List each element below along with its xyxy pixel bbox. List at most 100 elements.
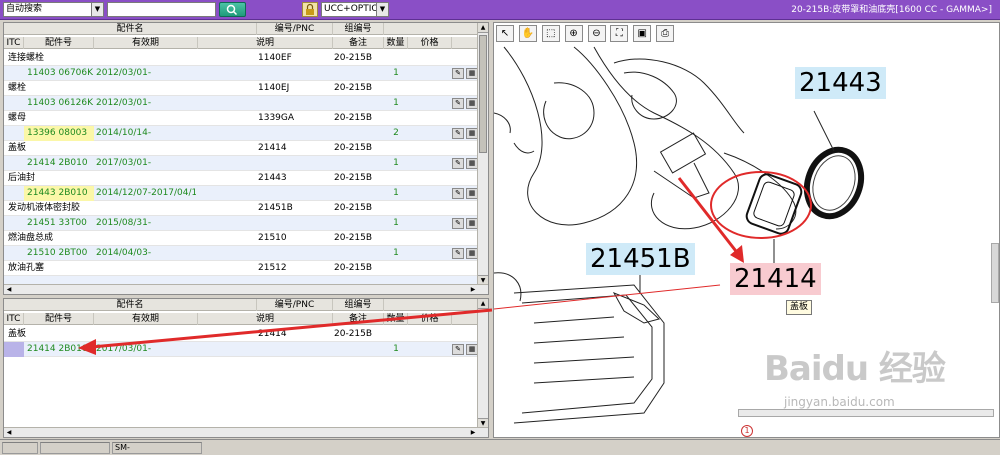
edit-icon[interactable]: ✎	[452, 218, 464, 229]
qty-cell: 1	[393, 188, 399, 198]
table-row[interactable]: 21451 33T00 2015/08/31- 1 ✎ ▦	[4, 216, 478, 231]
scroll-right-icon[interactable]: ▶	[468, 285, 478, 294]
table-row[interactable]: 后油封 21443 20-215B	[4, 171, 478, 186]
part-name-cell: 放油孔塞	[8, 263, 45, 273]
table-row[interactable]: 燃油盘总成 21510 20-215B	[4, 231, 478, 246]
qty-cell: 1	[393, 98, 399, 108]
header-itc: ITC	[4, 313, 24, 325]
grid-horizontal-scrollbar[interactable]: ◀ ▶	[4, 284, 488, 294]
edit-icon[interactable]: ✎	[452, 128, 464, 139]
itc-cell	[4, 66, 24, 81]
top-toolbar: 自动搜索 ▼ UCC+OPTION ▼ 20-215B:皮带罩和油底壳[1600…	[0, 0, 1000, 20]
header-remark: 备注	[333, 313, 384, 325]
table-row[interactable]: 21510 2BT00 2014/04/03- 1 ✎ ▦	[4, 246, 478, 261]
part-no-cell[interactable]: 21451 33T00	[24, 216, 94, 231]
diagram-title: 20-215B:皮带罩和油底壳[1600 CC - GAMMA>]	[791, 5, 992, 15]
scroll-up-icon[interactable]: ▲	[478, 299, 488, 309]
header-actions	[452, 37, 478, 49]
status-cell-1	[2, 442, 38, 454]
validity-cell: 2012/03/01-	[96, 98, 152, 108]
grid-vertical-scrollbar[interactable]: ▲ ▼	[477, 23, 488, 285]
search-mode-select[interactable]: 自动搜索 ▼	[3, 2, 104, 17]
part-no-cell[interactable]: 13396 08003	[24, 126, 94, 141]
chevron-down-icon[interactable]: ▼	[376, 3, 388, 16]
header-part-no: 配件号	[24, 313, 94, 325]
table-row[interactable]: 螺母 1339GA 20-215B	[4, 111, 478, 126]
edit-icon[interactable]: ✎	[452, 158, 464, 169]
itc-cell	[4, 186, 24, 201]
validity-cell: 2017/03/01-	[96, 344, 152, 354]
search-input[interactable]	[107, 2, 216, 17]
pnc-cell: 21414	[258, 143, 287, 153]
page-badge[interactable]: 1	[741, 425, 753, 437]
edit-icon[interactable]: ✎	[452, 248, 464, 259]
qty-cell: 1	[393, 248, 399, 258]
parts-catalog-app: 自动搜索 ▼ UCC+OPTION ▼ 20-215B:皮带罩和油底壳[1600…	[0, 0, 1000, 455]
qty-cell: 1	[393, 158, 399, 168]
part-no-cell[interactable]: 21414 2B010	[24, 156, 94, 171]
header-validity: 有效期	[94, 37, 198, 49]
table-row[interactable]: 21414 2B010 2017/03/01- 1 ✎ ▦	[4, 342, 478, 357]
selected-horizontal-scrollbar[interactable]: ◀ ▶	[4, 427, 488, 437]
scroll-right-icon[interactable]: ▶	[468, 428, 478, 437]
validity-cell: 2014/12/07-2017/04/10	[96, 188, 196, 198]
pnc-cell: 21451B	[258, 203, 293, 213]
diagram-vertical-scrollbar[interactable]	[991, 243, 999, 303]
pnc-cell: 21443	[258, 173, 287, 183]
table-row[interactable]: 发动机液体密封胶 21451B 20-215B	[4, 201, 478, 216]
chevron-down-icon[interactable]: ▼	[91, 3, 103, 16]
group-cell: 20-215B	[334, 203, 373, 213]
scroll-left-icon[interactable]: ◀	[4, 285, 14, 294]
part-no-cell[interactable]: 21443 2B010	[24, 186, 94, 201]
header-part-name: 配件名	[4, 23, 257, 35]
scroll-up-icon[interactable]: ▲	[478, 23, 488, 33]
part-name-cell: 发动机液体密封胶	[8, 203, 81, 213]
callout-label-21414[interactable]: 21414	[730, 263, 821, 295]
exploded-diagram-pane[interactable]: ↖ ✋ ⬚ ⊕ ⊖ ⛶ ▣ ⎙ 21443 21451B 21414 盖板 Ba…	[493, 22, 1000, 438]
selected-vertical-scrollbar[interactable]: ▲ ▼	[477, 299, 488, 428]
table-row[interactable]: 11403 06126K 2012/03/01- 1 ✎ ▦	[4, 96, 478, 111]
diagram-horizontal-scrollbar[interactable]	[738, 409, 994, 417]
parts-grid: 配件名 编号/PNC 组编号 ITC 配件号 有效期 说明 备注 数量 价格 连…	[3, 22, 489, 295]
header-qty: 数量	[384, 313, 408, 325]
itc-cell	[4, 342, 24, 357]
header-remark: 备注	[333, 37, 384, 49]
part-name-cell: 燃油盘总成	[8, 233, 54, 243]
table-row[interactable]: 盖板 21414 20-215B	[4, 327, 478, 342]
table-row[interactable]: 螺栓 1140EJ 20-215B	[4, 81, 478, 96]
part-no-cell[interactable]: 11403 06706K	[24, 66, 94, 81]
table-row[interactable]: 21443 2B010 2014/12/07-2017/04/10 1 ✎ ▦	[4, 186, 478, 201]
edit-icon[interactable]: ✎	[452, 68, 464, 79]
table-row[interactable]: 11403 06706K 2012/03/01- 1 ✎ ▦	[4, 66, 478, 81]
search-button[interactable]	[219, 2, 246, 17]
scroll-thumb[interactable]	[479, 35, 487, 153]
pnc-cell: 21512	[258, 263, 287, 273]
status-cell-3: SM-	[112, 442, 202, 454]
table-row[interactable]: 放油孔塞 21512 20-215B	[4, 261, 478, 276]
table-row[interactable]: 13396 08003 2014/10/14- 2 ✎ ▦	[4, 126, 478, 141]
lock-button[interactable]	[302, 2, 318, 17]
selected-parts-grid: 配件名 编号/PNC 组编号 ITC 配件号 有效期 说明 备注 数量 价格 盖…	[3, 298, 489, 438]
part-name-cell: 螺母	[8, 113, 27, 123]
group-cell: 20-215B	[334, 53, 373, 63]
part-no-cell[interactable]: 21510 2BT00	[24, 246, 94, 261]
header-price: 价格	[408, 313, 452, 325]
callout-label-21451b[interactable]: 21451B	[586, 243, 695, 275]
edit-icon[interactable]: ✎	[452, 188, 464, 199]
scroll-left-icon[interactable]: ◀	[4, 428, 14, 437]
group-cell: 20-215B	[334, 173, 373, 183]
option-filter-select[interactable]: UCC+OPTION ▼	[321, 2, 389, 17]
callout-label-21443[interactable]: 21443	[795, 67, 886, 99]
itc-cell	[4, 96, 24, 111]
table-row[interactable]: 21414 2B010 2017/03/01- 1 ✎ ▦	[4, 156, 478, 171]
itc-cell	[4, 246, 24, 261]
part-no-cell[interactable]: 21414 2B010	[24, 342, 94, 357]
edit-icon[interactable]: ✎	[452, 98, 464, 109]
pnc-cell: 1140EF	[258, 53, 292, 63]
part-no-cell[interactable]: 11403 06126K	[24, 96, 94, 111]
edit-icon[interactable]: ✎	[452, 344, 464, 355]
qty-cell: 2	[393, 128, 399, 138]
validity-cell: 2014/10/14-	[96, 128, 152, 138]
table-row[interactable]: 连接螺栓 1140EF 20-215B	[4, 51, 478, 66]
table-row[interactable]: 盖板 21414 20-215B	[4, 141, 478, 156]
